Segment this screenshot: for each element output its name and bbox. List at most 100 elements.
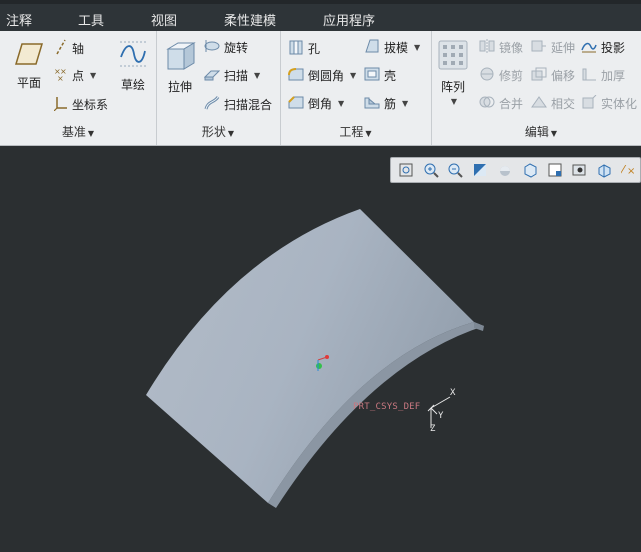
model-surface[interactable] — [0, 146, 641, 552]
point-dropdown-icon[interactable]: ▼ — [90, 71, 96, 80]
display-style-icon[interactable] — [494, 160, 516, 180]
thicken-button[interactable]: 加厚 — [581, 67, 625, 84]
axis-z-label: Z — [430, 424, 436, 434]
hole-icon — [288, 39, 304, 58]
extrude-label: 拉伸 — [167, 80, 192, 94]
sweep-icon — [203, 67, 221, 84]
rib-button[interactable]: 筋 ▼ — [364, 95, 408, 112]
rib-label: 筋 — [384, 97, 397, 111]
csys-button[interactable]: 坐标系 — [53, 95, 109, 114]
engineering-caret-icon: ▼ — [365, 129, 372, 138]
chamfer-icon — [288, 95, 304, 112]
repaint-icon[interactable] — [469, 160, 491, 180]
chamfer-button[interactable]: 倒角 ▼ — [288, 95, 344, 112]
datum-display-icon[interactable]: ⁄ × — [618, 160, 640, 180]
spin-center-icon[interactable] — [593, 160, 615, 180]
mirror-label: 镜像 — [499, 41, 524, 55]
menu-flexible-modeling[interactable]: 柔性建模 — [224, 10, 276, 29]
datum-group: 平面 轴 × × × 点 ▼ 坐标系 草绘 基准 ▼ — [0, 31, 157, 145]
shape-group-label[interactable]: 形状 ▼ — [156, 123, 280, 140]
round-dropdown-icon[interactable]: ▼ — [350, 71, 356, 80]
extend-icon — [531, 39, 547, 56]
hole-label: 孔 — [308, 42, 321, 56]
origin-marker-icon — [316, 355, 329, 371]
plane-button[interactable]: 平面 — [12, 41, 46, 91]
sketch-button[interactable]: 草绘 — [116, 39, 150, 93]
offset-button[interactable]: 偏移 — [531, 67, 575, 84]
offset-icon — [531, 67, 547, 84]
intersect-button[interactable]: 相交 — [531, 95, 575, 112]
axis-button[interactable]: 轴 — [54, 39, 84, 58]
menu-annotate[interactable]: 注释 — [6, 10, 32, 29]
mirror-button[interactable]: 镜像 — [479, 39, 523, 56]
refit-icon[interactable] — [395, 160, 417, 180]
sketch-label: 草绘 — [120, 78, 145, 92]
axis-icon — [54, 39, 68, 58]
extrude-icon — [164, 39, 196, 74]
merge-button[interactable]: 合并 — [479, 95, 523, 112]
merge-icon — [479, 95, 495, 112]
round-button[interactable]: 倒圆角 ▼ — [288, 67, 356, 84]
pattern-button[interactable]: 阵列 ▼ — [437, 39, 469, 106]
project-button[interactable]: 投影 — [581, 39, 625, 56]
rib-dropdown-icon[interactable]: ▼ — [402, 99, 408, 108]
svg-text:×: × — [57, 74, 64, 81]
extend-button[interactable]: 延伸 — [531, 39, 575, 56]
axis-y-label: Y — [438, 411, 444, 421]
chamfer-label: 倒角 — [308, 97, 333, 111]
sweep-dropdown-icon[interactable]: ▼ — [254, 71, 260, 80]
graphics-toolbar: ⁄ × — [390, 157, 641, 183]
pattern-dropdown-icon[interactable]: ▼ — [439, 97, 469, 106]
axis-label: 轴 — [72, 42, 85, 56]
solidify-button[interactable]: 实体化 — [581, 94, 638, 112]
graphics-area[interactable]: PRT_CSYS_DEF X Y Z — [0, 146, 641, 552]
draft-button[interactable]: 拔模 ▼ — [364, 39, 420, 56]
trim-button[interactable]: 修剪 — [479, 67, 523, 84]
datum-caret-icon: ▼ — [87, 129, 95, 138]
solidify-label: 实体化 — [601, 97, 638, 111]
datum-group-label[interactable]: 基准 ▼ — [0, 123, 156, 140]
engineering-group: 孔 倒圆角 ▼ 倒角 ▼ 拔模 ▼ 壳 筋 ▼ 工程 ▼ — [280, 31, 432, 145]
csys-name-label: PRT_CSYS_DEF — [353, 402, 421, 412]
saved-orientations-icon[interactable] — [519, 160, 541, 180]
point-button[interactable]: × × × 点 ▼ — [54, 67, 96, 84]
menu-tools[interactable]: 工具 — [78, 10, 104, 29]
revolve-button[interactable]: 旋转 — [204, 39, 248, 56]
intersect-label: 相交 — [551, 97, 576, 111]
draft-dropdown-icon[interactable]: ▼ — [414, 43, 420, 52]
sweep-label: 扫描 — [224, 69, 249, 83]
solidify-icon — [581, 94, 597, 112]
menu-applications[interactable]: 应用程序 — [323, 10, 375, 29]
csys-label: 坐标系 — [72, 98, 109, 112]
swept-blend-icon — [204, 95, 220, 114]
trim-icon — [479, 67, 495, 84]
swept-blend-button[interactable]: 扫描混合 — [204, 95, 272, 114]
pattern-icon — [438, 39, 468, 74]
swept-blend-label: 扫描混合 — [224, 98, 273, 112]
zoom-in-icon[interactable] — [420, 160, 442, 180]
menu-view[interactable]: 视图 — [151, 10, 177, 29]
engineering-group-label[interactable]: 工程 ▼ — [280, 123, 431, 140]
shape-caret-icon: ▼ — [227, 129, 235, 138]
perspective-icon[interactable] — [569, 160, 591, 180]
thicken-icon — [581, 67, 597, 84]
offset-label: 偏移 — [551, 69, 576, 83]
chamfer-dropdown-icon[interactable]: ▼ — [338, 99, 344, 108]
extrude-button[interactable]: 拉伸 — [162, 39, 198, 95]
merge-label: 合并 — [499, 97, 524, 111]
sweep-button[interactable]: 扫描 ▼ — [203, 67, 260, 84]
round-label: 倒圆角 — [308, 69, 345, 83]
editing-caret-icon: ▼ — [550, 129, 558, 138]
round-icon — [288, 67, 304, 84]
zoom-out-icon[interactable] — [445, 160, 467, 180]
hole-button[interactable]: 孔 — [288, 39, 320, 58]
sketch-icon — [118, 39, 148, 72]
shell-button[interactable]: 壳 — [364, 67, 396, 84]
shell-label: 壳 — [384, 69, 397, 83]
plane-label: 平面 — [16, 76, 41, 90]
csys-icon — [53, 95, 68, 114]
svg-text:×: × — [627, 166, 635, 177]
editing-group-label[interactable]: 编辑 ▼ — [431, 123, 641, 140]
axis-x-label: X — [450, 388, 456, 398]
view-manager-icon[interactable] — [544, 160, 566, 180]
